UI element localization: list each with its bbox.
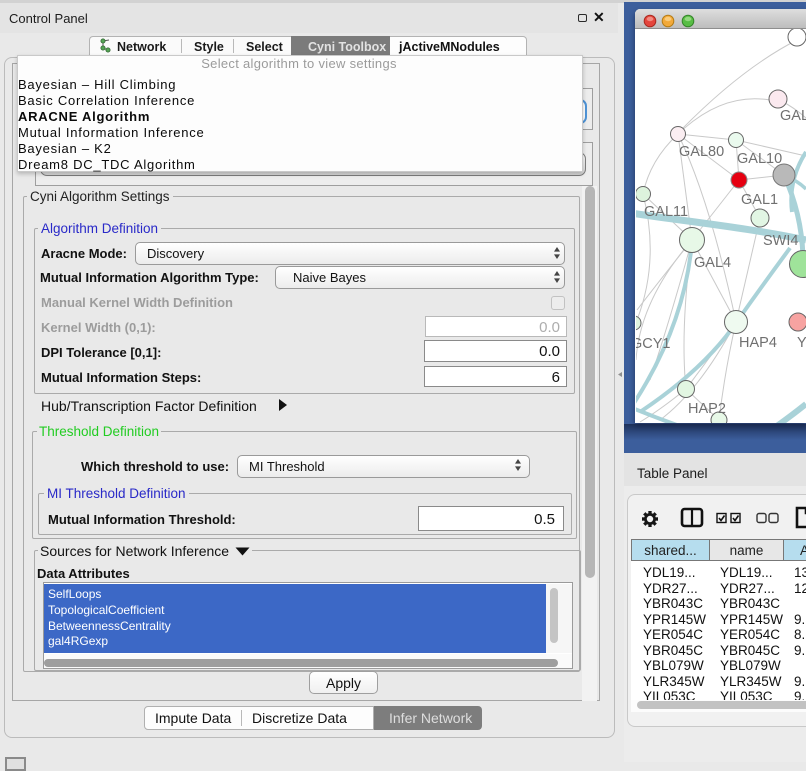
svg-text:GAL80: GAL80 (679, 144, 724, 160)
svg-text:HAP4: HAP4 (739, 335, 777, 351)
svg-text:GAL11: GAL11 (644, 204, 688, 220)
svg-text:GAL7: GAL7 (780, 108, 806, 124)
svg-text:GAL10: GAL10 (737, 151, 782, 167)
svg-text:GCY1: GCY1 (636, 336, 671, 352)
svg-text:SWI4: SWI4 (763, 233, 798, 249)
svg-text:HAP2: HAP2 (688, 401, 726, 417)
svg-text:GAL4: GAL4 (694, 255, 731, 271)
svg-text:GAL1: GAL1 (741, 192, 778, 208)
svg-text:Y: Y (797, 335, 806, 351)
